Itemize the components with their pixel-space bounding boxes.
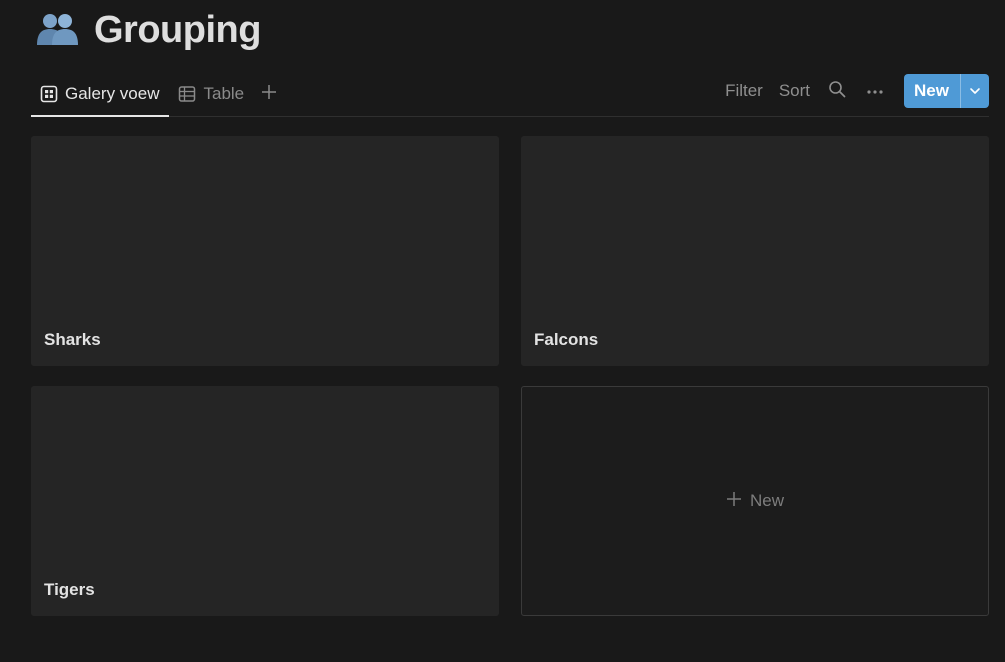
tab-gallery-view[interactable]: Galery voew (31, 72, 170, 117)
gallery-card[interactable]: Falcons (521, 136, 989, 366)
page-header: Grouping (36, 6, 261, 54)
view-toolbar: Galery voew Table Filter Sort New (31, 72, 989, 117)
sort-button[interactable]: Sort (771, 74, 818, 108)
card-title: Tigers (44, 580, 95, 599)
card-title: Falcons (534, 330, 599, 349)
people-icon (36, 10, 80, 50)
new-dropdown-button[interactable] (960, 74, 989, 108)
new-button-group: New (904, 74, 989, 108)
gallery-icon (40, 85, 58, 103)
more-button[interactable] (860, 76, 890, 106)
search-icon (828, 80, 846, 103)
new-card-button[interactable]: New (521, 386, 989, 616)
tab-table-view[interactable]: Table (169, 72, 254, 116)
plus-icon (726, 491, 742, 512)
filter-button[interactable]: Filter (717, 74, 771, 108)
new-card-label: New (749, 491, 784, 510)
page-title[interactable]: Grouping (94, 11, 261, 49)
tab-label: Galery voew (65, 84, 160, 103)
view-tabs: Galery voew Table (31, 72, 282, 117)
gallery-card[interactable]: Sharks (31, 136, 499, 366)
gallery-page: Grouping Galery voew Table Filter Sort N… (0, 0, 1005, 662)
new-button[interactable]: New (904, 74, 960, 108)
tab-label: Table (203, 84, 245, 103)
chevron-down-icon (969, 82, 981, 100)
gallery-grid: Sharks Falcons Tigers New (31, 136, 989, 616)
search-button[interactable] (822, 76, 852, 106)
card-title: Sharks (44, 330, 101, 349)
add-view-button[interactable] (256, 81, 282, 107)
view-actions: Filter Sort New (717, 74, 989, 108)
plus-icon (261, 84, 277, 105)
gallery-card[interactable]: Tigers (31, 386, 499, 616)
more-icon (866, 82, 884, 100)
table-icon (178, 85, 196, 103)
